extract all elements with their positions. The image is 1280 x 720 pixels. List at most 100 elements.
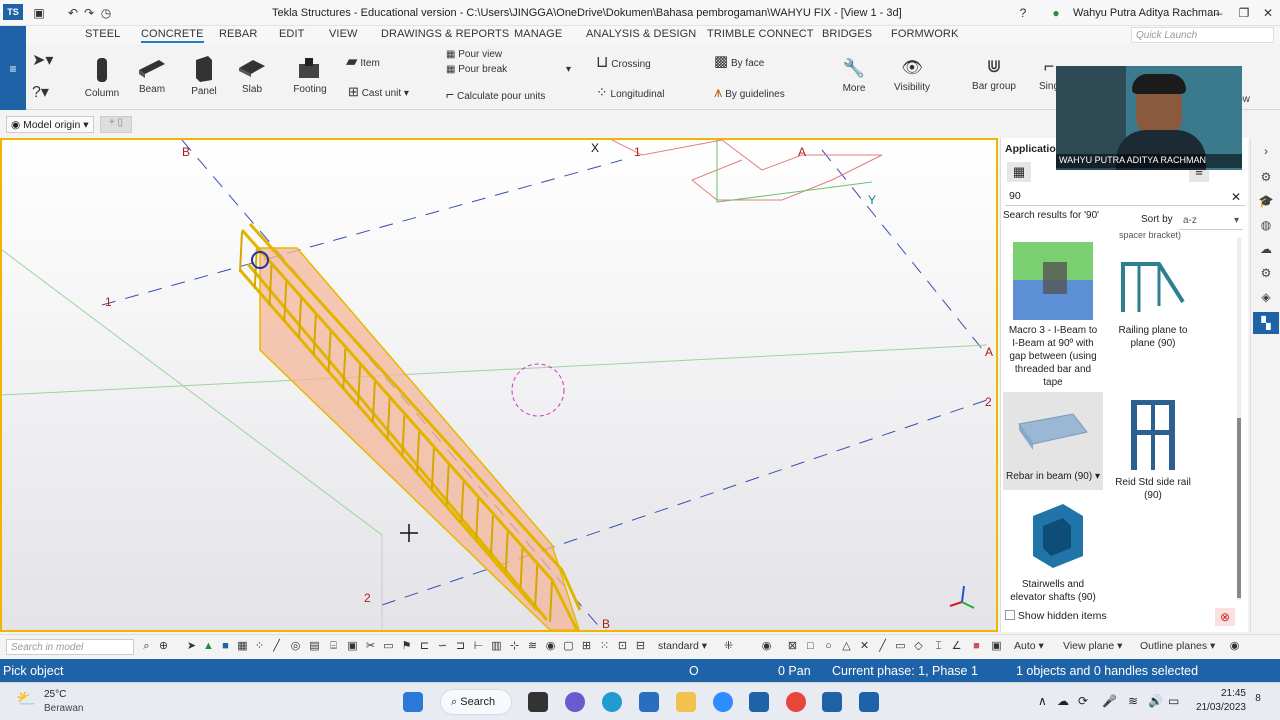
clip-cross-icon[interactable]: ✕ xyxy=(858,640,871,653)
pour-dropdown-icon[interactable]: ▾ xyxy=(566,64,571,75)
clip-circle-icon[interactable]: ○ xyxy=(822,640,835,653)
chrome-icon[interactable] xyxy=(786,692,806,712)
snap-point-icon[interactable]: ⊹ xyxy=(508,640,521,653)
snap-end-icon[interactable]: ⊞ xyxy=(580,640,593,653)
select-line-icon[interactable]: ╱ xyxy=(270,640,283,653)
edge-icon[interactable] xyxy=(602,692,622,712)
zoom-search-icon[interactable]: ⊕ xyxy=(157,640,170,653)
tab-edit[interactable]: EDIT xyxy=(279,28,304,40)
chevron-right-icon[interactable]: › xyxy=(1258,144,1274,160)
snap-plane-icon[interactable]: ⊟ xyxy=(634,640,647,653)
clip-square-icon[interactable]: □ xyxy=(804,640,817,653)
snap-intersect-icon[interactable]: ✂ xyxy=(364,640,377,653)
gear-icon[interactable]: ⚙ xyxy=(1258,266,1274,282)
settings-icon[interactable]: ⚙ xyxy=(1258,170,1274,186)
snap-curve-icon[interactable]: ∽ xyxy=(436,640,449,653)
clip-triangle-icon[interactable]: △ xyxy=(840,640,853,653)
grid-toggle-icon[interactable]: ⁜ xyxy=(722,640,735,653)
status-phase[interactable]: Current phase: 1, Phase 1 xyxy=(832,664,978,678)
applications-icon[interactable]: ▚ xyxy=(1253,312,1279,334)
volume-icon[interactable]: 🔊 xyxy=(1148,694,1163,708)
snap-flag-icon[interactable]: ⚑ xyxy=(400,640,413,653)
beam-button[interactable]: Beam xyxy=(132,56,172,95)
by-face-button[interactable]: ▩ By face xyxy=(714,52,764,70)
undo-icon[interactable]: ↶ xyxy=(66,6,80,20)
clock-date[interactable]: 21/03/2023 xyxy=(1188,702,1246,713)
notification-icon[interactable]: 8 xyxy=(1250,693,1266,709)
globe-icon[interactable]: ◍ xyxy=(1258,218,1274,234)
history-icon[interactable]: ◷ xyxy=(99,6,113,20)
tab-drawings-reports[interactable]: DRAWINGS & REPORTS xyxy=(381,28,509,40)
tab-view[interactable]: VIEW xyxy=(329,28,358,40)
snap-square-icon[interactable]: ▢ xyxy=(562,640,575,653)
store-icon[interactable] xyxy=(639,692,659,712)
slab-button[interactable]: Slab xyxy=(232,56,272,95)
query-icon[interactable]: ?▾ xyxy=(32,82,49,102)
view-setting-dropdown[interactable]: standard ▾ xyxy=(658,640,707,652)
catalog-item-railing[interactable]: Railing plane to plane (90) xyxy=(1105,242,1201,350)
tray-sync-icon[interactable]: ⟳ xyxy=(1078,694,1088,708)
file-explorer-icon[interactable] xyxy=(676,692,696,712)
snap-nearest-icon[interactable]: ⊡ xyxy=(616,640,629,653)
tab-manage[interactable]: MANAGE xyxy=(514,28,562,40)
select-object-icon[interactable]: ■ xyxy=(219,640,232,653)
tray-cloud-icon[interactable]: ☁ xyxy=(1057,694,1069,708)
close-panel-icon[interactable]: ⊗ xyxy=(1215,608,1235,626)
cube-icon[interactable]: ◈ xyxy=(1258,290,1274,306)
close-icon[interactable]: ✕ xyxy=(1261,6,1275,20)
tekla-2022-icon[interactable] xyxy=(822,692,842,712)
footing-button[interactable]: Footing xyxy=(288,56,332,95)
clip-rotated-icon[interactable]: ◇ xyxy=(912,640,925,653)
tekla-logo-icon[interactable]: TS xyxy=(3,4,23,20)
clock-time[interactable]: 21:45 xyxy=(1194,688,1246,699)
snap-mid-icon[interactable]: ⊢ xyxy=(472,640,485,653)
outline-planes-dropdown[interactable]: Outline planes ▾ xyxy=(1140,640,1215,652)
clip-line-icon[interactable]: ╱ xyxy=(876,640,889,653)
tab-concrete[interactable]: CONCRETE xyxy=(141,28,204,43)
search-icon[interactable]: ⌕ xyxy=(140,640,153,653)
longitudinal-button[interactable]: ⁘ Longitudinal xyxy=(596,84,664,101)
tab-steel[interactable]: STEEL xyxy=(85,28,120,40)
clip-rect-icon[interactable]: ▭ xyxy=(894,640,907,653)
file-menu-button[interactable]: ≡ xyxy=(0,26,26,110)
taskbar-search-button[interactable]: ⌕ Search xyxy=(440,689,512,715)
select-arrow-icon[interactable]: ➤▾ xyxy=(32,50,53,70)
origin-add-button[interactable]: + ▯ xyxy=(100,116,132,133)
tekla-taskbar-icon[interactable] xyxy=(749,692,769,712)
weather-desc[interactable]: Berawan xyxy=(44,703,83,714)
visibility-button[interactable]: 👁 Visibility xyxy=(888,58,936,93)
model-origin-dropdown[interactable]: ◉ Model origin ▾ xyxy=(6,116,94,133)
sort-dropdown[interactable]: a-z ▾ xyxy=(1179,212,1243,230)
restore-icon[interactable]: ❐ xyxy=(1237,6,1251,20)
catalog-item-reid-side-rail[interactable]: Reid Std side rail (90) xyxy=(1105,394,1201,502)
cast-unit-button[interactable]: ⊞ Cast unit ▾ xyxy=(348,84,409,100)
tekla-2022-second-icon[interactable] xyxy=(859,692,879,712)
search-in-model-input[interactable]: Search in model xyxy=(6,639,134,655)
battery-icon[interactable]: ▭ xyxy=(1168,694,1179,708)
column-button[interactable]: Column xyxy=(82,56,122,99)
pour-view-button[interactable]: ▦ Pour view xyxy=(446,49,502,60)
auto-dropdown[interactable]: Auto ▾ xyxy=(1014,640,1044,652)
crossing-button[interactable]: ⊔ Crossing xyxy=(596,52,651,72)
snap-icon[interactable]: ▣ xyxy=(346,640,359,653)
help-icon[interactable]: ? xyxy=(1016,6,1030,20)
tab-rebar[interactable]: REBAR xyxy=(219,28,257,40)
user-icon[interactable]: ● xyxy=(1049,6,1063,20)
panel-button[interactable]: Panel xyxy=(184,54,224,97)
weather-icon[interactable]: ⛅ xyxy=(16,689,36,709)
more-button[interactable]: 🔧 More xyxy=(834,58,874,94)
item-button[interactable]: ▰ Item xyxy=(346,52,380,70)
snap-ref-icon[interactable]: ▥ xyxy=(490,640,503,653)
measure-icon[interactable]: ⌶ xyxy=(932,640,945,653)
render-icon[interactable]: ▣ xyxy=(990,640,1003,653)
select-part-icon[interactable]: ▲ xyxy=(202,640,215,653)
snap-box-icon[interactable]: ▭ xyxy=(382,640,395,653)
catalog-search-input[interactable]: 90 xyxy=(1005,188,1245,206)
catalog-item-macro3[interactable]: Macro 3 - I-Beam to I-Beam at 90º with g… xyxy=(1005,242,1101,389)
catalog-item-rebar-in-beam[interactable]: Rebar in beam (90) ▾ xyxy=(1003,392,1103,490)
snap-align-icon[interactable]: ⊏ xyxy=(418,640,431,653)
visibility-eye-icon[interactable]: ◉ xyxy=(1228,640,1241,653)
clip-box-icon[interactable]: ⊠ xyxy=(786,640,799,653)
highlight-icon[interactable]: ■ xyxy=(970,640,983,653)
cloud-icon[interactable]: ☁ xyxy=(1258,242,1274,258)
